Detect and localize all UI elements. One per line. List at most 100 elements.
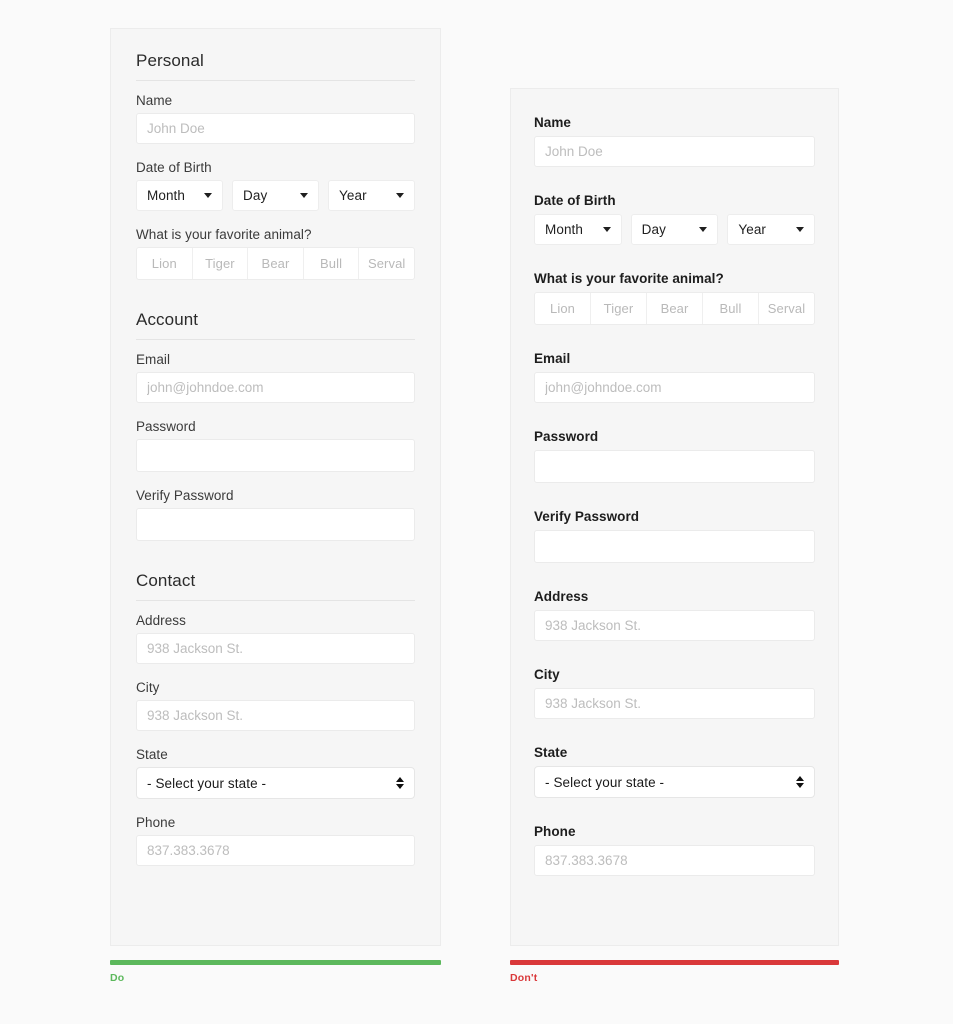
label-verify-password: Verify Password bbox=[534, 509, 815, 524]
animal-option-bull[interactable]: Bull bbox=[303, 248, 359, 279]
label-date-of-birth: Date of Birth bbox=[136, 160, 415, 175]
label-name: Name bbox=[534, 115, 815, 130]
select-updown-icon bbox=[796, 776, 804, 788]
do-example: Personal Name Date of Birth Month Day bbox=[110, 28, 441, 946]
dont-example: Name Date of Birth Month Day Year bbox=[510, 88, 839, 946]
verify-password-input[interactable] bbox=[534, 530, 815, 563]
day-select[interactable]: Day bbox=[232, 180, 319, 211]
animal-option-tiger[interactable]: Tiger bbox=[192, 248, 248, 279]
favorite-animal-group: Lion Tiger Bear Bull Serval bbox=[534, 292, 815, 325]
year-select-value: Year bbox=[339, 188, 367, 203]
month-select-value: Month bbox=[545, 222, 583, 237]
dont-verdict-label: Don't bbox=[510, 972, 839, 984]
dont-form-panel: Name Date of Birth Month Day Year bbox=[510, 88, 839, 946]
section-contact: Contact Address City State - Select your… bbox=[136, 571, 415, 866]
label-state: State bbox=[534, 745, 815, 760]
label-email: Email bbox=[136, 352, 415, 367]
do-form-panel: Personal Name Date of Birth Month Day bbox=[110, 28, 441, 946]
label-city: City bbox=[534, 667, 815, 682]
do-verdict-label: Do bbox=[110, 972, 441, 984]
animal-option-lion[interactable]: Lion bbox=[535, 293, 590, 324]
name-input[interactable] bbox=[136, 113, 415, 144]
chevron-down-icon bbox=[396, 193, 404, 198]
label-name: Name bbox=[136, 93, 415, 108]
month-select-value: Month bbox=[147, 188, 185, 203]
year-select[interactable]: Year bbox=[727, 214, 815, 245]
password-input[interactable] bbox=[534, 450, 815, 483]
year-select[interactable]: Year bbox=[328, 180, 415, 211]
address-input[interactable] bbox=[534, 610, 815, 641]
select-updown-icon bbox=[396, 777, 404, 789]
field-date-of-birth: Date of Birth Month Day Year bbox=[534, 193, 815, 245]
field-state: State - Select your state - bbox=[534, 745, 815, 798]
label-phone: Phone bbox=[136, 815, 415, 830]
field-favorite-animal: What is your favorite animal? Lion Tiger… bbox=[534, 271, 815, 325]
animal-option-serval[interactable]: Serval bbox=[358, 248, 414, 279]
email-input[interactable] bbox=[534, 372, 815, 403]
month-select[interactable]: Month bbox=[534, 214, 622, 245]
field-verify-password: Verify Password bbox=[136, 488, 415, 541]
city-input[interactable] bbox=[136, 700, 415, 731]
field-city: City bbox=[534, 667, 815, 719]
label-favorite-animal: What is your favorite animal? bbox=[136, 227, 415, 242]
do-verdict-bar bbox=[110, 960, 441, 965]
animal-option-tiger[interactable]: Tiger bbox=[590, 293, 646, 324]
animal-option-bull[interactable]: Bull bbox=[702, 293, 758, 324]
label-phone: Phone bbox=[534, 824, 815, 839]
label-address: Address bbox=[136, 613, 415, 628]
chevron-down-icon bbox=[796, 227, 804, 232]
day-select-value: Day bbox=[642, 222, 666, 237]
email-input[interactable] bbox=[136, 372, 415, 403]
chevron-down-icon bbox=[300, 193, 308, 198]
label-email: Email bbox=[534, 351, 815, 366]
dont-verdict-bar bbox=[510, 960, 839, 965]
day-select[interactable]: Day bbox=[631, 214, 719, 245]
field-date-of-birth: Date of Birth Month Day Year bbox=[136, 160, 415, 211]
animal-option-lion[interactable]: Lion bbox=[137, 248, 192, 279]
section-personal: Personal Name Date of Birth Month Day bbox=[136, 51, 415, 280]
animal-option-serval[interactable]: Serval bbox=[758, 293, 814, 324]
field-favorite-animal: What is your favorite animal? Lion Tiger… bbox=[136, 227, 415, 280]
state-select-value: - Select your state - bbox=[545, 775, 664, 790]
animal-option-bear[interactable]: Bear bbox=[646, 293, 702, 324]
field-password: Password bbox=[136, 419, 415, 472]
day-select-value: Day bbox=[243, 188, 267, 203]
section-account: Account Email Password Verify Password bbox=[136, 310, 415, 541]
field-email: Email bbox=[136, 352, 415, 403]
field-address: Address bbox=[136, 613, 415, 664]
field-name: Name bbox=[136, 93, 415, 144]
field-name: Name bbox=[534, 115, 815, 167]
favorite-animal-group: Lion Tiger Bear Bull Serval bbox=[136, 247, 415, 280]
field-city: City bbox=[136, 680, 415, 731]
phone-input[interactable] bbox=[136, 835, 415, 866]
field-email: Email bbox=[534, 351, 815, 403]
state-select[interactable]: - Select your state - bbox=[136, 767, 415, 799]
section-heading-account: Account bbox=[136, 310, 415, 340]
name-input[interactable] bbox=[534, 136, 815, 167]
city-input[interactable] bbox=[534, 688, 815, 719]
label-verify-password: Verify Password bbox=[136, 488, 415, 503]
field-password: Password bbox=[534, 429, 815, 483]
month-select[interactable]: Month bbox=[136, 180, 223, 211]
address-input[interactable] bbox=[136, 633, 415, 664]
field-state: State - Select your state - bbox=[136, 747, 415, 799]
label-address: Address bbox=[534, 589, 815, 604]
label-state: State bbox=[136, 747, 415, 762]
field-phone: Phone bbox=[534, 824, 815, 876]
chevron-down-icon bbox=[204, 193, 212, 198]
state-select[interactable]: - Select your state - bbox=[534, 766, 815, 798]
year-select-value: Year bbox=[738, 222, 766, 237]
phone-input[interactable] bbox=[534, 845, 815, 876]
label-password: Password bbox=[136, 419, 415, 434]
chevron-down-icon bbox=[699, 227, 707, 232]
field-verify-password: Verify Password bbox=[534, 509, 815, 563]
label-date-of-birth: Date of Birth bbox=[534, 193, 815, 208]
password-input[interactable] bbox=[136, 439, 415, 472]
date-of-birth-row: Month Day Year bbox=[136, 180, 415, 211]
section-heading-contact: Contact bbox=[136, 571, 415, 601]
field-phone: Phone bbox=[136, 815, 415, 866]
do-verdict: Do bbox=[110, 960, 441, 984]
verify-password-input[interactable] bbox=[136, 508, 415, 541]
animal-option-bear[interactable]: Bear bbox=[247, 248, 303, 279]
dont-verdict: Don't bbox=[510, 960, 839, 984]
